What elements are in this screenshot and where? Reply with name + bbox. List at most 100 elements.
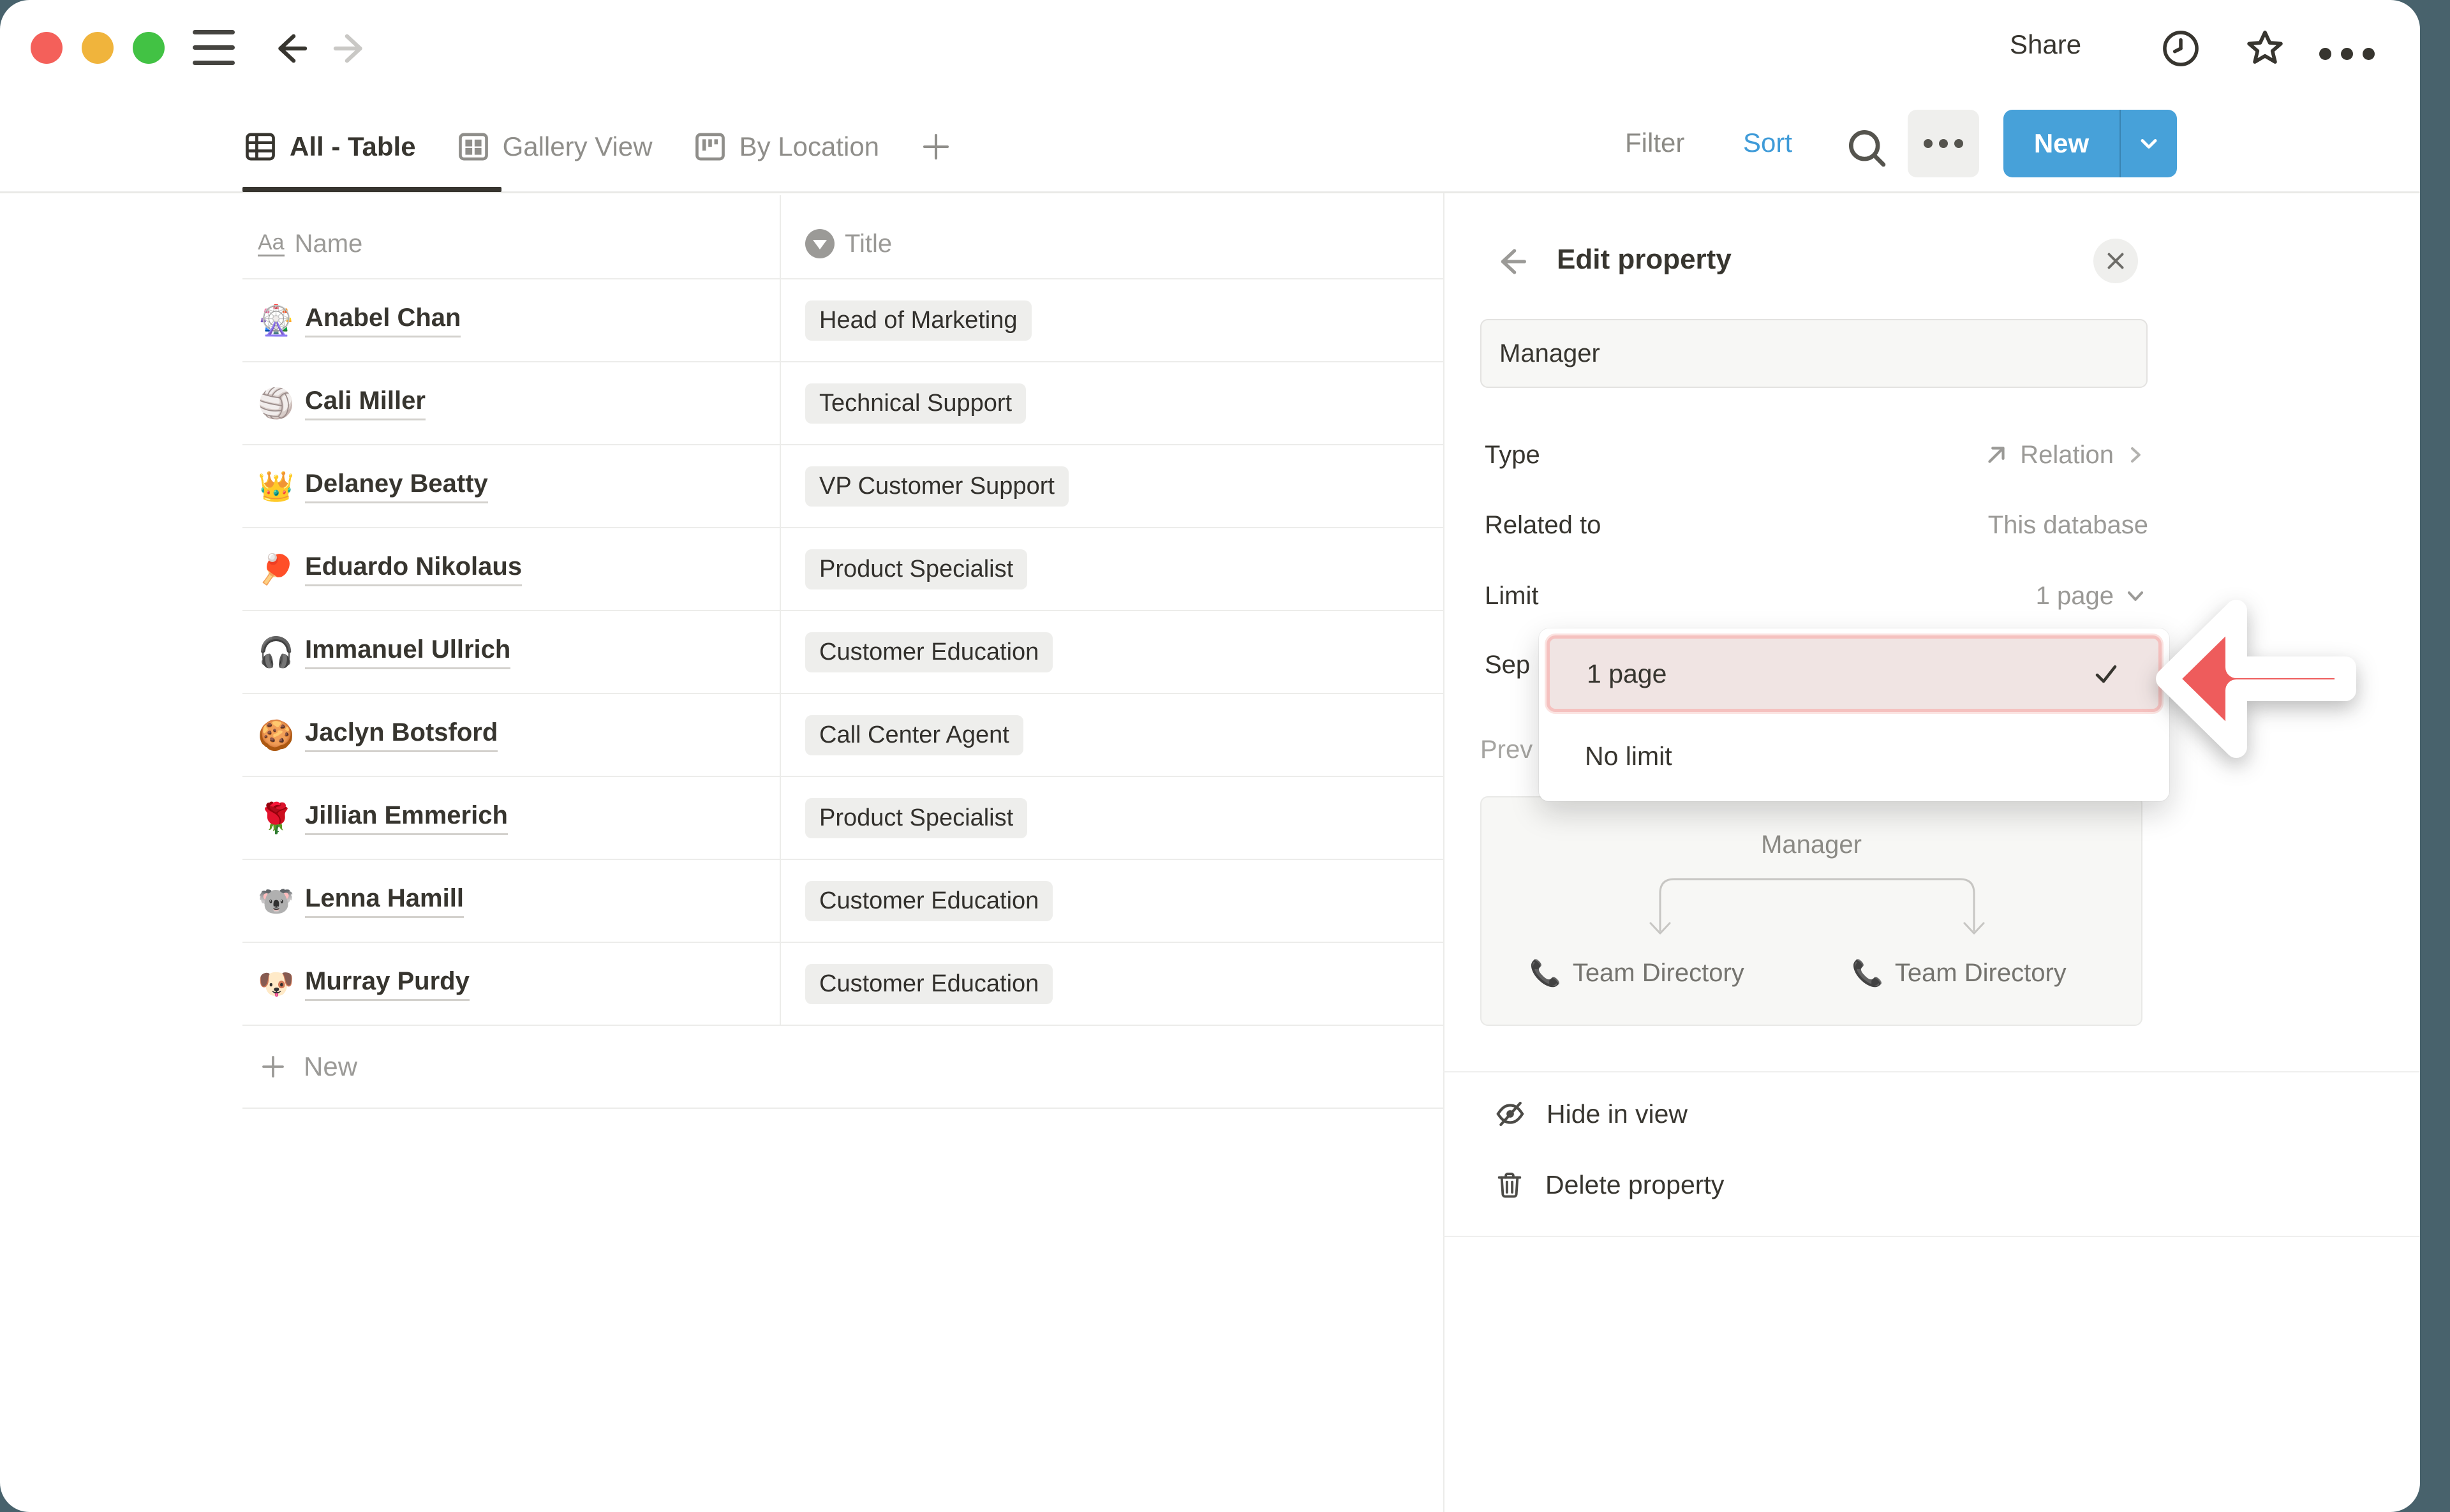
title-cell[interactable]: Head of Marketing xyxy=(780,279,1443,361)
tab-gallery-view[interactable]: Gallery View xyxy=(456,129,653,165)
chevron-down-icon xyxy=(2135,130,2163,158)
property-row-related-to[interactable]: Related to This database xyxy=(1485,508,2148,542)
name-cell[interactable]: 🎡Anabel Chan xyxy=(242,279,780,361)
table-row: 🏓Eduardo Nikolaus Product Specialist xyxy=(242,528,1443,611)
back-button[interactable] xyxy=(268,26,314,71)
table-row: 🎡Anabel Chan Head of Marketing xyxy=(242,279,1443,362)
column-header-title[interactable]: Title xyxy=(780,209,1443,278)
board-view-icon xyxy=(692,129,728,165)
trash-icon xyxy=(1493,1168,1526,1201)
name-cell[interactable]: 👑Delaney Beatty xyxy=(242,445,780,527)
maximize-window-button[interactable] xyxy=(133,32,165,64)
ellipsis-icon xyxy=(1924,139,1963,148)
title-cell[interactable]: Customer Education xyxy=(780,943,1443,1025)
name-cell[interactable]: 🐨Lenna Hamill xyxy=(242,860,780,942)
view-options-button[interactable] xyxy=(1908,110,1979,177)
relation-preview: Manager 📞 Team Directory 📞 Team Director… xyxy=(1480,796,2142,1026)
column-name-label: Name xyxy=(295,230,363,258)
relation-arrow-icon xyxy=(1982,440,2011,470)
property-row-type[interactable]: Type Relation xyxy=(1485,438,2148,471)
page-emoji: 🎧 xyxy=(258,635,291,670)
chevron-right-icon xyxy=(2123,442,2148,468)
title-tag: Customer Education xyxy=(805,964,1053,1004)
table-row: 🏐Cali Miller Technical Support xyxy=(242,362,1443,445)
check-icon xyxy=(2091,658,2121,689)
page-more-button[interactable] xyxy=(2324,31,2370,77)
panel-back-button[interactable] xyxy=(1492,242,1533,281)
title-cell[interactable]: VP Customer Support xyxy=(780,445,1443,527)
tab-by-location[interactable]: By Location xyxy=(692,129,879,165)
search-icon xyxy=(1843,124,1891,172)
delete-property-button[interactable]: Delete property xyxy=(1493,1164,1724,1206)
sidebar-toggle-icon[interactable] xyxy=(193,30,235,65)
table-row: 🌹Jillian Emmerich Product Specialist xyxy=(242,777,1443,860)
title-cell[interactable]: Product Specialist xyxy=(780,528,1443,610)
title-cell[interactable]: Call Center Agent xyxy=(780,694,1443,776)
forward-button[interactable] xyxy=(327,26,373,71)
close-icon xyxy=(2104,249,2127,272)
title-cell[interactable]: Customer Education xyxy=(780,611,1443,693)
column-title-label: Title xyxy=(845,230,892,258)
new-button[interactable]: New xyxy=(2003,110,2120,177)
title-cell[interactable]: Technical Support xyxy=(780,362,1443,444)
table-row: 🎧Immanuel Ullrich Customer Education xyxy=(242,611,1443,694)
dropdown-option-1-page[interactable]: 1 page xyxy=(1547,635,2162,712)
search-button[interactable] xyxy=(1841,122,1892,174)
page-emoji: 🏓 xyxy=(258,552,291,587)
name-cell[interactable]: 🏓Eduardo Nikolaus xyxy=(242,528,780,610)
table-header-row: Aa Name Title xyxy=(242,195,1443,279)
share-button[interactable]: Share xyxy=(2010,29,2081,60)
tab-label: All - Table xyxy=(290,131,416,162)
notion-window: Share All - Table Gallery View By Locati… xyxy=(0,0,2420,1512)
table-row: 👑Delaney Beatty VP Customer Support xyxy=(242,445,1443,528)
preview-child-left: 📞 Team Directory xyxy=(1529,958,1744,988)
view-tabs: All - Table Gallery View By Location xyxy=(242,107,953,186)
arrow-left-icon xyxy=(1494,243,1531,280)
title-cell[interactable]: Customer Education xyxy=(780,860,1443,942)
arrow-left-icon xyxy=(270,27,312,70)
arrow-right-icon xyxy=(329,27,371,70)
favorite-button[interactable] xyxy=(2242,26,2288,71)
separate-label-truncated: Sep xyxy=(1485,651,1530,679)
name-cell[interactable]: 🍪Jaclyn Botsford xyxy=(242,694,780,776)
tab-label: Gallery View xyxy=(503,131,653,162)
panel-close-button[interactable] xyxy=(2093,239,2138,283)
title-tag: Call Center Agent xyxy=(805,715,1023,755)
new-row-button[interactable]: New xyxy=(242,1026,1443,1109)
add-view-button[interactable] xyxy=(919,130,953,164)
column-divider[interactable] xyxy=(780,195,781,1026)
select-property-icon xyxy=(805,229,835,258)
panel-section-divider xyxy=(1443,1236,2420,1237)
property-name-input[interactable] xyxy=(1480,319,2148,388)
title-tag: VP Customer Support xyxy=(805,466,1069,507)
table-row: 🐶Murray Purdy Customer Education xyxy=(242,943,1443,1026)
tab-label: By Location xyxy=(739,131,879,162)
tab-all-table[interactable]: All - Table xyxy=(242,129,416,165)
title-tag: Technical Support xyxy=(805,383,1026,424)
new-dropdown-button[interactable] xyxy=(2121,110,2177,177)
sort-button[interactable]: Sort xyxy=(1743,128,1792,158)
active-tab-underline xyxy=(242,187,501,192)
page-emoji: 🐨 xyxy=(258,884,291,919)
plus-icon xyxy=(919,130,953,164)
filter-button[interactable]: Filter xyxy=(1625,128,1684,158)
database-table: Aa Name Title 🎡Anabel Chan Head of Marke… xyxy=(242,195,1443,1109)
name-cell[interactable]: 🐶Murray Purdy xyxy=(242,943,780,1025)
phone-icon: 📞 xyxy=(1529,958,1561,988)
chevron-down-icon xyxy=(2123,583,2148,609)
title-cell[interactable]: Product Specialist xyxy=(780,777,1443,859)
star-icon xyxy=(2242,25,2288,72)
panel-title: Edit property xyxy=(1557,244,1732,276)
property-row-limit[interactable]: Limit 1 page xyxy=(1485,579,2148,612)
name-cell[interactable]: 🌹Jillian Emmerich xyxy=(242,777,780,859)
hide-in-view-button[interactable]: Hide in view xyxy=(1493,1093,1688,1135)
name-cell[interactable]: 🎧Immanuel Ullrich xyxy=(242,611,780,693)
name-cell[interactable]: 🏐Cali Miller xyxy=(242,362,780,444)
updates-button[interactable] xyxy=(2158,26,2204,71)
table-row: 🐨Lenna Hamill Customer Education xyxy=(242,860,1443,943)
title-tag: Head of Marketing xyxy=(805,300,1032,341)
close-window-button[interactable] xyxy=(31,32,63,64)
minimize-window-button[interactable] xyxy=(82,32,114,64)
dropdown-option-no-limit[interactable]: No limit xyxy=(1585,727,1672,785)
column-header-name[interactable]: Aa Name xyxy=(242,209,780,278)
